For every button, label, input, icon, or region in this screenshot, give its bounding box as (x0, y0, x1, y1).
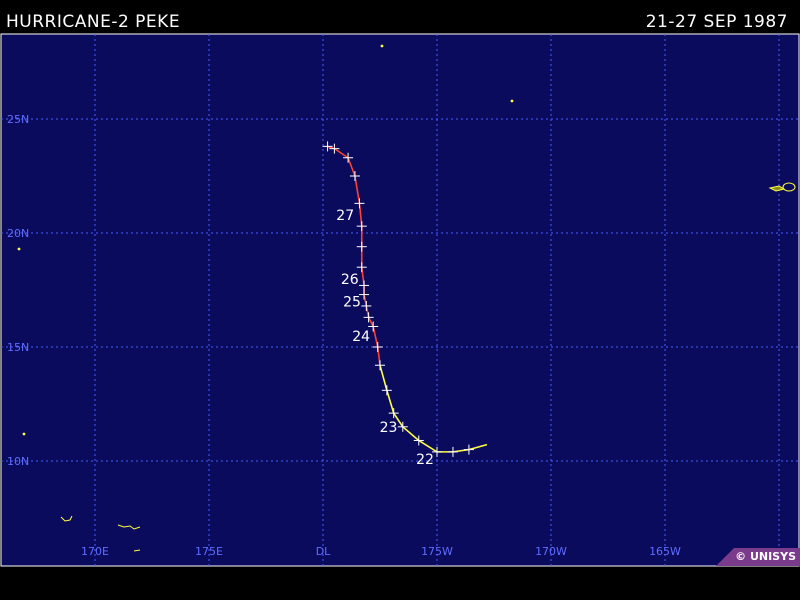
lon-label-170e: 170E (81, 545, 109, 558)
day-label-26: 26 (341, 272, 359, 288)
ocean-background (0, 33, 800, 567)
lon-label-175w: 175W (421, 545, 453, 558)
lat-label-25n: 25N (7, 113, 29, 126)
lon-label-165w: 165W (649, 545, 681, 558)
lon-label-dl: DL (316, 545, 331, 558)
lon-label-175e: 175E (195, 545, 223, 558)
lat-label-15n: 15N (7, 341, 29, 354)
island-dot-west-1 (17, 247, 21, 251)
lat-label-20n: 20N (7, 227, 29, 240)
island-dot-west-2 (22, 432, 26, 436)
map-canvas: 25N 20N 15N 10N 170E 175E DL 175W 170W 165W 22 23 2… (0, 33, 800, 567)
day-label-25: 25 (343, 295, 361, 311)
day-label-22: 22 (416, 452, 434, 468)
bottom-bar (0, 567, 800, 600)
day-label-27: 27 (336, 208, 354, 224)
day-label-24: 24 (352, 329, 370, 345)
island-dot-north (380, 44, 384, 48)
hurricane-track-map-screen: HURRICANE-2 PEKE 21-27 SEP 1987 25N 20N 15… (0, 0, 800, 600)
lat-label-10n: 10N (7, 455, 29, 468)
lon-label-170w: 170W (535, 545, 567, 558)
island-dot-mid (510, 99, 514, 103)
day-label-23: 23 (380, 420, 398, 436)
